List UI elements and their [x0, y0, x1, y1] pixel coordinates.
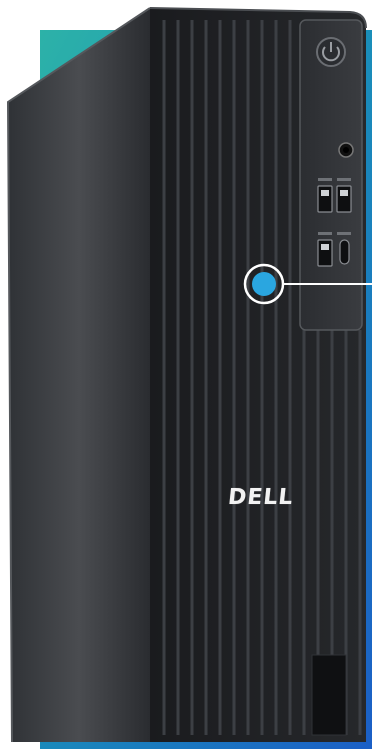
dell-logo: DELL: [226, 485, 295, 510]
usb-c-port-icon: [339, 239, 350, 265]
tower-side-panel: [8, 8, 150, 742]
product-photo: DELL: [0, 0, 372, 749]
bottom-vent: [311, 654, 347, 736]
power-button-icon: [316, 37, 346, 67]
audio-jack-icon: [338, 142, 354, 158]
desktop-tower-illustration: [0, 0, 372, 749]
